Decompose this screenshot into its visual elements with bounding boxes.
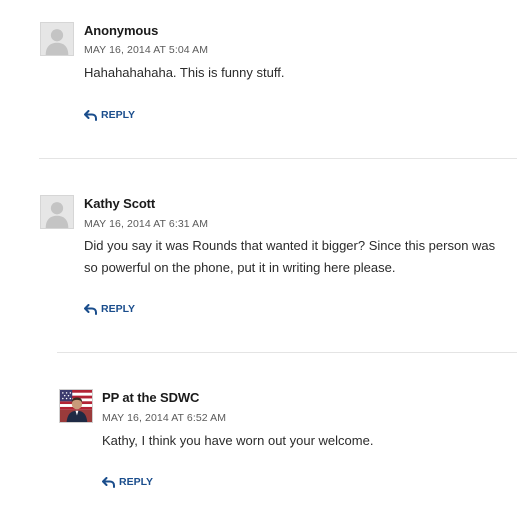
comment-divider [57,352,517,353]
flag-photo-avatar-icon [59,389,93,423]
default-avatar-icon [40,195,74,229]
reply-arrow-icon [84,303,97,315]
reply-button[interactable]: REPLY [84,109,135,121]
comment-date[interactable]: MAY 16, 2014 AT 5:04 AM [84,44,208,56]
comment-author[interactable]: Kathy Scott [84,196,155,211]
reply-arrow-icon [84,109,97,121]
comment-text: Did you say it was Rounds that wanted it… [84,238,496,275]
comment-divider [39,158,517,159]
reply-label: REPLY [119,476,154,488]
comment-author[interactable]: PP at the SDWC [102,390,199,405]
reply-arrow-icon [102,476,115,488]
reply-button[interactable]: REPLY [102,476,153,488]
comment-text: Hahahahahaha. This is funny stuff. [84,65,285,80]
comment-author[interactable]: Anonymous [84,23,158,38]
reply-label: REPLY [101,303,136,315]
comment-text: Kathy, I think you have worn out your we… [102,433,374,448]
comment-date[interactable]: MAY 16, 2014 AT 6:31 AM [84,218,208,230]
comment-date[interactable]: MAY 16, 2014 AT 6:52 AM [102,412,226,424]
reply-button[interactable]: REPLY [84,303,135,315]
reply-label: REPLY [101,109,136,121]
default-avatar-icon [40,22,74,56]
